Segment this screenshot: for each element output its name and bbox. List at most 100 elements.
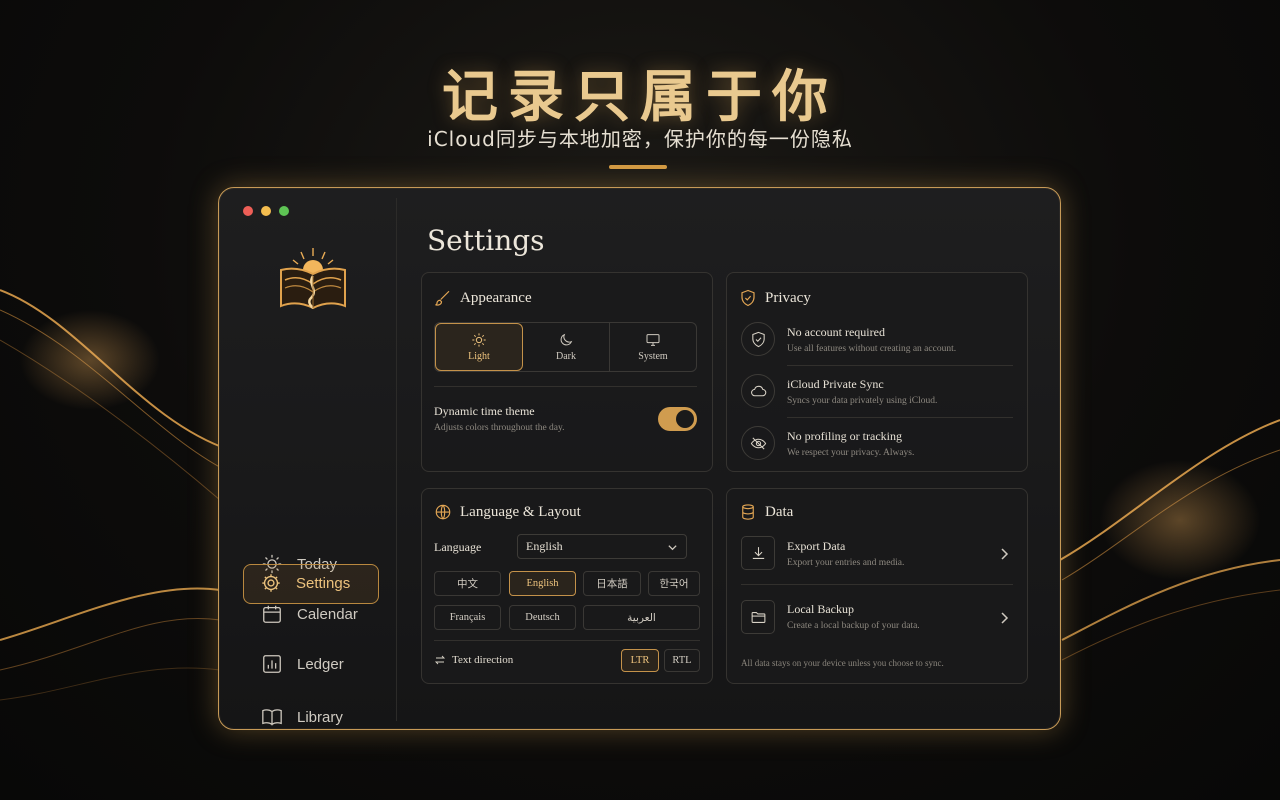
privacy-title: Privacy xyxy=(765,289,811,306)
privacy-item-icon xyxy=(741,374,775,408)
monitor-icon xyxy=(646,334,660,346)
download-icon xyxy=(752,546,764,559)
appearance-header: Appearance xyxy=(434,289,532,307)
hero-title: 记录只属于你 xyxy=(442,64,838,130)
privacy-header: Privacy xyxy=(739,289,811,307)
divider xyxy=(787,365,1013,366)
divider xyxy=(787,417,1013,418)
sidebar: Today Calendar Ledger Library xyxy=(229,198,397,726)
text-direction-rtl[interactable]: RTL xyxy=(664,649,700,672)
privacy-item-title: No account required xyxy=(787,325,885,339)
language-option-ar[interactable]: العربية xyxy=(583,605,700,630)
sidebar-item-library[interactable]: Library xyxy=(243,697,379,729)
chip-label: 中文 xyxy=(457,579,478,590)
text-direction-label: Text direction xyxy=(452,654,514,666)
theme-light-option[interactable]: Light xyxy=(435,323,523,371)
export-data-subtitle: Export your entries and media. xyxy=(787,558,905,568)
dynamic-theme-title: Dynamic time theme xyxy=(434,404,535,418)
language-select[interactable]: English xyxy=(517,534,687,559)
calendar-icon xyxy=(263,605,281,623)
data-card: Data Export Data Export your entries and… xyxy=(726,488,1028,684)
gear-icon xyxy=(262,574,280,592)
shield-check-icon xyxy=(751,331,765,347)
privacy-item-subtitle: We respect your privacy. Always. xyxy=(787,448,915,458)
chip-label: Deutsch xyxy=(525,612,560,623)
language-option-en[interactable]: English xyxy=(509,571,576,596)
data-footer-note: All data stays on your device unless you… xyxy=(741,658,944,668)
language-option-de[interactable]: Deutsch xyxy=(509,605,576,630)
book-icon xyxy=(262,709,282,726)
language-option-fr[interactable]: Français xyxy=(434,605,501,630)
shield-check-icon xyxy=(741,289,755,307)
sun-icon xyxy=(472,333,486,347)
language-header: Language & Layout xyxy=(434,503,581,521)
dynamic-theme-subtitle: Adjusts colors throughout the day. xyxy=(434,423,565,433)
privacy-card: Privacy No account required Use all feat… xyxy=(726,272,1028,472)
privacy-item-subtitle: Syncs your data privately using iCloud. xyxy=(787,396,938,406)
language-select-value: English xyxy=(526,539,563,553)
language-card: Language & Layout Language English 中文 En… xyxy=(421,488,713,684)
folder-icon xyxy=(751,611,765,623)
hero-subtitle: iCloud同步与本地加密，保护你的每一份隐私 xyxy=(427,127,853,151)
sidebar-item-label: Settings xyxy=(296,574,351,592)
theme-dark-option[interactable]: Dark xyxy=(523,323,610,371)
text-direction-ltr[interactable]: LTR xyxy=(621,649,659,672)
language-option-zh[interactable]: 中文 xyxy=(434,571,501,596)
language-label: Language xyxy=(434,540,482,554)
chip-label: 한국어 xyxy=(659,579,689,590)
appearance-title: Appearance xyxy=(460,289,532,306)
chip-label: 日本語 xyxy=(596,579,628,590)
toggle-knob xyxy=(676,410,694,428)
privacy-item-subtitle: Use all features without creating an acc… xyxy=(787,344,957,354)
divider xyxy=(741,584,1013,585)
divider xyxy=(434,640,700,641)
export-data-icon-box xyxy=(741,536,775,570)
sidebar-item-label: Library xyxy=(297,708,343,726)
globe-icon xyxy=(435,504,451,520)
text-direction-row: Text direction xyxy=(434,654,513,666)
sidebar-item-ledger[interactable]: Ledger xyxy=(243,644,379,684)
settings-window: Today Calendar Ledger Library Settings A… xyxy=(218,187,1061,730)
divider xyxy=(434,386,697,387)
theme-light-label: Light xyxy=(468,351,490,362)
appearance-card: Appearance Light Dark System Dynamic tim… xyxy=(421,272,713,472)
chip-label: English xyxy=(526,578,559,589)
theme-segmented-control: Light Dark System xyxy=(434,322,697,372)
sidebar-item-label: Calendar xyxy=(297,605,358,623)
privacy-item-title: iCloud Private Sync xyxy=(787,377,884,391)
data-title: Data xyxy=(765,503,794,520)
theme-dark-label: Dark xyxy=(556,351,576,362)
database-icon xyxy=(742,504,754,520)
data-header: Data xyxy=(739,503,793,521)
privacy-item-icon xyxy=(741,322,775,356)
local-backup-icon-box xyxy=(741,600,775,634)
chevron-down-icon xyxy=(668,545,677,551)
language-option-ja[interactable]: 日本語 xyxy=(583,571,641,596)
chip-label: LTR xyxy=(630,655,650,666)
privacy-item-title: No profiling or tracking xyxy=(787,429,902,443)
chevron-right-icon[interactable] xyxy=(999,547,1009,561)
dynamic-theme-toggle[interactable] xyxy=(658,407,697,431)
cloud-icon xyxy=(750,385,766,396)
chevron-right-icon[interactable] xyxy=(999,611,1009,625)
language-option-ko[interactable]: 한국어 xyxy=(648,571,700,596)
local-backup-subtitle: Create a local backup of your data. xyxy=(787,621,920,631)
chip-label: العربية xyxy=(627,612,656,624)
theme-system-label: System xyxy=(638,351,668,362)
sidebar-item-label: Ledger xyxy=(297,655,344,673)
paintbrush-icon xyxy=(435,290,450,306)
export-data-title[interactable]: Export Data xyxy=(787,539,845,554)
privacy-item-icon xyxy=(741,426,775,460)
language-title: Language & Layout xyxy=(460,503,581,520)
chart-icon xyxy=(263,655,281,673)
moon-icon xyxy=(560,333,573,346)
eye-off-icon xyxy=(750,436,766,450)
chip-label: RTL xyxy=(672,655,692,666)
hero-divider xyxy=(609,165,667,169)
page-title: Settings xyxy=(427,224,545,257)
sidebar-item-settings-content[interactable]: Settings xyxy=(242,563,378,603)
theme-system-option[interactable]: System xyxy=(610,323,696,371)
chip-label: Français xyxy=(449,612,486,623)
local-backup-title[interactable]: Local Backup xyxy=(787,602,854,617)
book-sunrise-logo xyxy=(280,248,346,310)
